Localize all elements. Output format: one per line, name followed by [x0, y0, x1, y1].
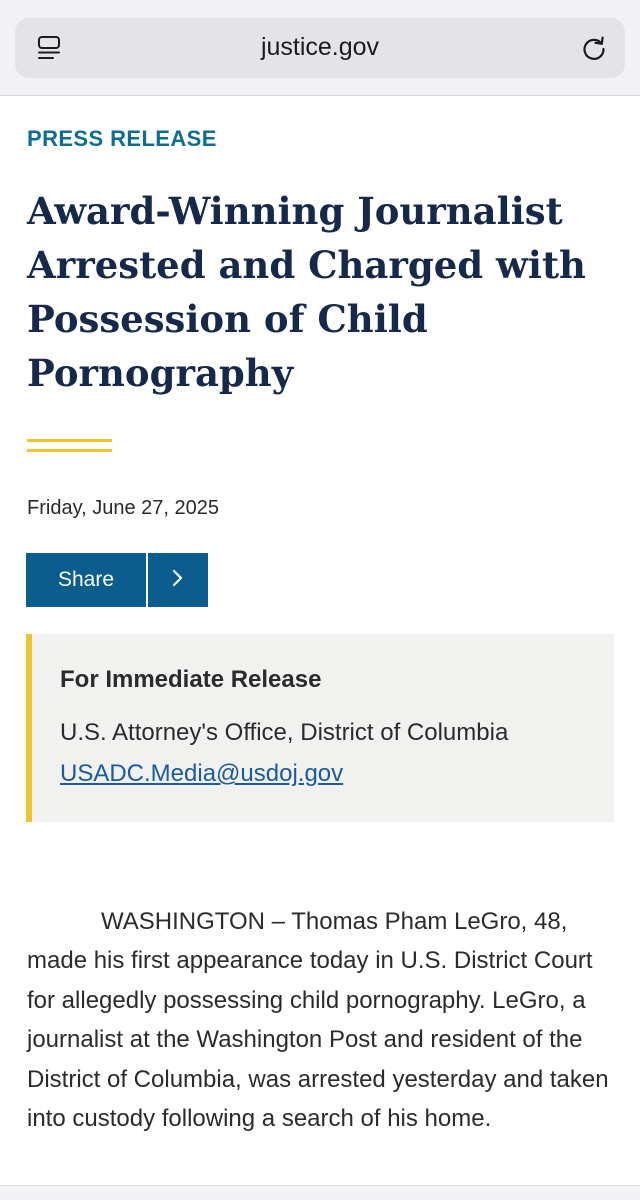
share-button[interactable]: Share — [26, 553, 146, 607]
bottom-toolbar-edge — [0, 1185, 640, 1200]
article-body-paragraph: WASHINGTON – Thomas Pham LeGro, 48, made… — [27, 908, 609, 1133]
media-contact-email-link[interactable]: USADC.Media@usdoj.gov — [60, 760, 343, 788]
share-expand-button[interactable] — [148, 553, 208, 607]
publish-date: Friday, June 27, 2025 — [27, 497, 219, 519]
chevron-right-icon — [171, 568, 185, 593]
title-divider-top — [27, 439, 112, 442]
title-divider-bottom — [27, 449, 112, 452]
page-title: Award-Winning Journalist Arrested and Ch… — [27, 189, 586, 395]
reload-icon[interactable] — [579, 33, 609, 63]
share-control: Share — [26, 553, 208, 607]
address-bar[interactable]: justice.gov — [15, 18, 625, 78]
url-text[interactable]: justice.gov — [15, 33, 625, 62]
release-info-box: For Immediate Release U.S. Attorney's Of… — [26, 634, 614, 822]
article-type-label: PRESS RELEASE — [27, 126, 217, 151]
release-heading: For Immediate Release — [60, 666, 322, 693]
release-office: U.S. Attorney's Office, District of Colu… — [60, 719, 509, 746]
release-accent-bar — [26, 634, 32, 822]
status-bar-fragment — [28, 0, 50, 4]
browser-toolbar: justice.gov — [0, 0, 640, 96]
